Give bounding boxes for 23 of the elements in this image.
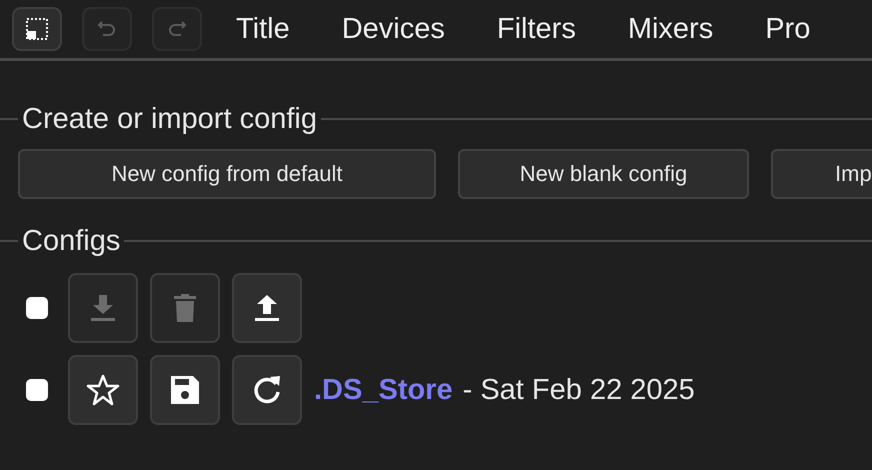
section-title: Configs: [21, 224, 122, 258]
reload-button[interactable]: [232, 355, 302, 425]
row-checkbox[interactable]: [26, 379, 48, 401]
nav-tab[interactable]: Title: [236, 12, 290, 46]
favorite-button[interactable]: [68, 355, 138, 425]
download-icon: [88, 293, 118, 323]
screen-region-icon: [24, 16, 50, 42]
create-config-button[interactable]: Imp: [771, 149, 872, 199]
section-title: Create or import config: [21, 102, 318, 136]
save-button[interactable]: [150, 355, 220, 425]
config-name-link[interactable]: .DS_Store: [314, 374, 453, 406]
create-config-button[interactable]: New blank config: [458, 149, 749, 199]
select-all-checkbox[interactable]: [26, 297, 48, 319]
create-config-button[interactable]: New config from default: [18, 149, 436, 199]
upload-button[interactable]: [232, 273, 302, 343]
star-icon: [86, 373, 120, 407]
nav-tab[interactable]: Filters: [496, 12, 576, 46]
nav-tab[interactable]: Pro: [765, 12, 810, 46]
upload-icon: [252, 293, 282, 323]
config-date: - Sat Feb 22 2025: [462, 374, 695, 406]
screen-button[interactable]: [12, 7, 62, 51]
nav-tab[interactable]: Mixers: [628, 12, 714, 46]
nav-tab[interactable]: Devices: [342, 12, 445, 46]
